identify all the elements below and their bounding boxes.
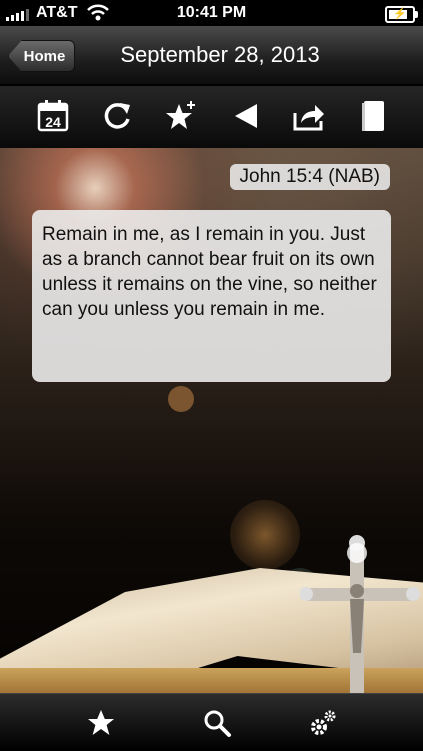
tab-favorites[interactable] [84,706,118,740]
search-tab-icon [204,710,231,737]
favorites-tab-icon [88,710,114,735]
add-favorite-icon [166,101,195,129]
home-button[interactable]: Home [8,40,75,72]
calendar-icon: 24 [37,100,69,132]
book-button[interactable] [355,98,391,134]
action-toolbar: 24 [0,86,423,148]
status-bar: AT&T 10:41 PM ⚡ [0,0,423,26]
refresh-button[interactable] [99,98,135,134]
play-back-button[interactable] [228,98,264,134]
verse-reference: John 15:4 (NAB) [229,164,390,190]
navigation-bar: Home September 28, 2013 [0,26,423,85]
crucifix-image [300,535,420,693]
lens-flare [168,386,194,412]
play-back-icon [235,104,257,128]
status-time: 10:41 PM [176,4,247,21]
tab-search[interactable] [200,706,234,740]
share-icon [293,105,324,131]
page-title: September 28, 2013 [120,42,320,67]
lens-flare [230,500,300,570]
battery-icon: ⚡ [385,6,418,23]
verse-text: Remain in me, as I remain in you. Just a… [32,210,391,382]
refresh-icon [104,103,130,129]
share-button[interactable] [291,98,327,134]
verse-view: John 15:4 (NAB) Remain in me, as I remai… [0,148,423,693]
calendar-day: 24 [45,114,61,130]
tab-settings[interactable] [306,706,340,740]
tab-bar [0,693,423,751]
calendar-button[interactable]: 24 [35,98,71,134]
settings-tab-icon [311,710,336,735]
book-icon [362,101,384,131]
add-favorite-button[interactable] [163,98,199,134]
